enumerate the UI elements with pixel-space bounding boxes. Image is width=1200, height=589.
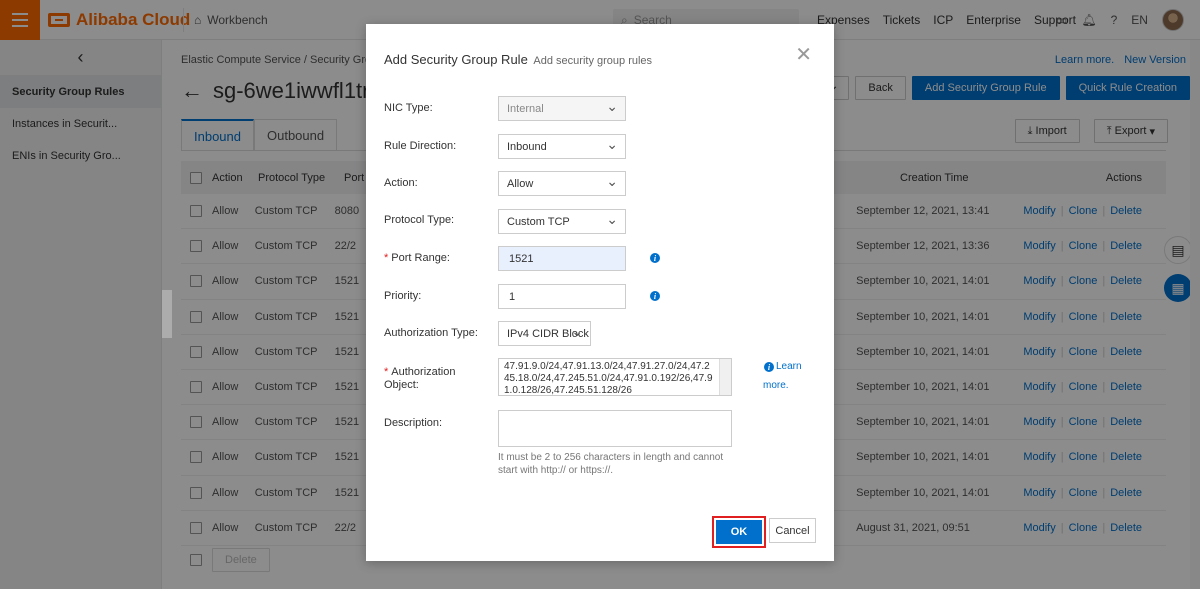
rule-direction-select[interactable]: Inbound	[498, 134, 626, 159]
info-icon[interactable]: i	[650, 253, 660, 263]
description-textarea[interactable]	[498, 410, 732, 447]
description-hint: It must be 2 to 256 characters in length…	[498, 452, 724, 476]
dialog-title-text: Add Security Group Rule	[384, 52, 528, 67]
port-range-input[interactable]: 1521	[498, 246, 626, 271]
auth-object-textarea[interactable]: 47.91.9.0/24,47.91.13.0/24,47.91.27.0/24…	[498, 358, 732, 396]
action-label: Action:	[384, 177, 418, 189]
textarea-scrollbar[interactable]	[719, 359, 731, 395]
auth-object-label-line1: Authorization	[391, 366, 456, 378]
sidebar-collapse-handle[interactable]	[162, 290, 172, 338]
info-icon[interactable]: i	[650, 291, 660, 301]
nic-type-label: NIC Type:	[384, 102, 433, 114]
rule-direction-label: Rule Direction:	[384, 140, 457, 152]
ok-button[interactable]: OK	[712, 516, 766, 548]
auth-object-value: 47.91.9.0/24,47.91.13.0/24,47.91.27.0/24…	[504, 361, 713, 396]
nic-type-select[interactable]: Internal	[498, 96, 626, 121]
auth-object-label-line2: Object:	[384, 379, 419, 391]
auth-type-select[interactable]: IPv4 CIDR Block	[498, 321, 591, 346]
port-range-label: * Port Range:	[384, 252, 450, 264]
priority-input[interactable]: 1	[498, 284, 626, 309]
auth-object-label: * Authorization Object:	[384, 366, 456, 392]
required-mark: *	[384, 366, 389, 378]
priority-label: Priority:	[384, 290, 422, 302]
learn-more-link-cont[interactable]: more.	[763, 376, 789, 395]
dialog-subtitle: Add security group rules	[533, 55, 653, 67]
learn-more-link[interactable]: Learn	[776, 357, 802, 376]
auth-type-label: Authorization Type:	[384, 327, 478, 339]
protocol-type-select[interactable]: Custom TCP	[498, 209, 626, 234]
close-icon[interactable]: ✕	[795, 42, 812, 67]
required-mark: *	[384, 252, 389, 264]
action-select[interactable]: Allow	[498, 171, 626, 196]
port-range-label-text: Port Range:	[391, 252, 450, 264]
dialog-title: Add Security Group Rule Add security gro…	[384, 52, 652, 67]
info-icon: i	[764, 362, 774, 372]
protocol-type-label: Protocol Type:	[384, 214, 455, 226]
add-rule-dialog: Add Security Group Rule Add security gro…	[366, 24, 834, 561]
description-label: Description:	[384, 417, 443, 429]
cancel-button[interactable]: Cancel	[769, 518, 816, 543]
